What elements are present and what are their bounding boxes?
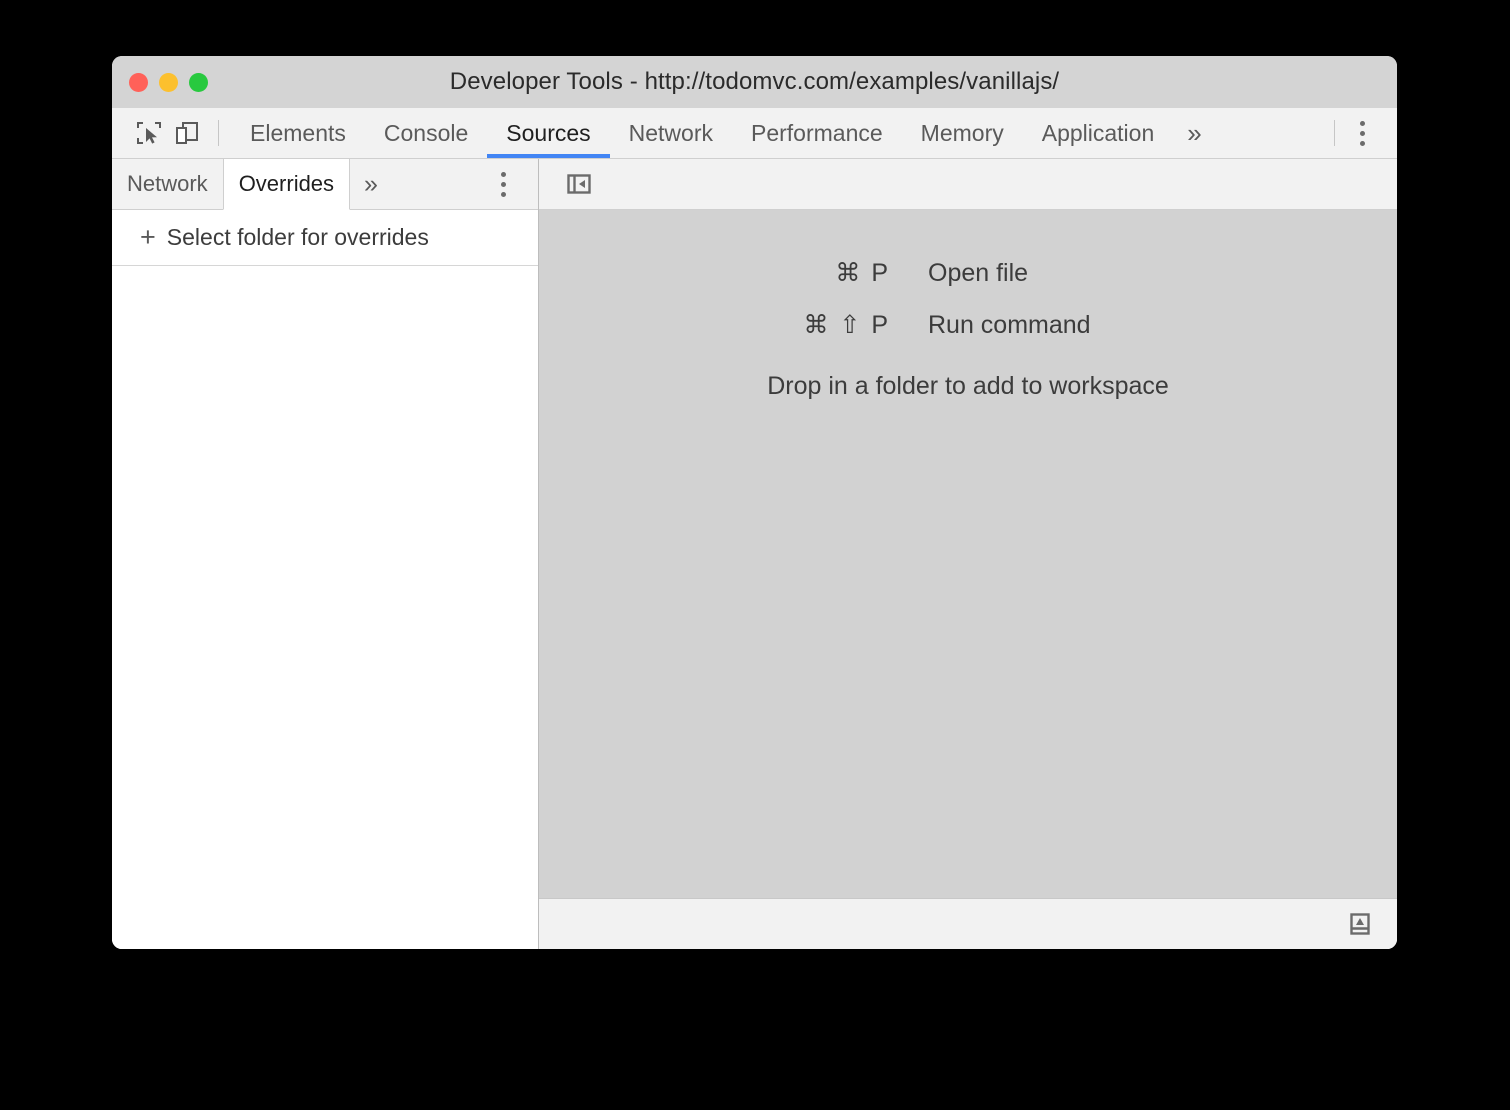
navigator-subtab-right-group [488,159,538,209]
tab-network[interactable]: Network [610,108,732,158]
select-folder-for-overrides-button[interactable]: + Select folder for overrides [112,210,538,266]
panel-tab-list: Elements Console Sources Network Perform… [231,108,1216,158]
devtools-body: Network Overrides » + Select folder for … [112,159,1397,949]
maximize-window-button[interactable] [189,73,208,92]
toolbar-divider [218,120,219,146]
more-subtabs-chevron-icon[interactable]: » [350,159,392,209]
editor-shortcut-hints: ⌘ P Open file ⌘ ⇧ P Run command Drop in … [539,258,1397,401]
more-tabs-chevron-icon[interactable]: » [1173,108,1215,158]
window-titlebar: Developer Tools - http://todomvc.com/exa… [112,56,1397,108]
subtab-network[interactable]: Network [112,159,223,209]
editor-toolbar [539,159,1397,210]
navigator-sidebar: Network Overrides » + Select folder for … [112,159,539,949]
inspect-element-icon[interactable] [130,114,168,152]
sources-editor-pane: ⌘ P Open file ⌘ ⇧ P Run command Drop in … [539,159,1397,949]
toolbar-divider-right [1334,120,1335,146]
overrides-file-list [112,266,538,949]
toolbar-right-group [1322,114,1397,152]
show-drawer-icon[interactable] [1341,905,1379,943]
traffic-light-buttons [129,56,208,108]
show-navigator-icon[interactable] [560,165,598,203]
tab-application[interactable]: Application [1023,108,1174,158]
devtools-window: Developer Tools - http://todomvc.com/exa… [112,56,1397,949]
run-command-shortcut-label: Run command [928,311,1091,340]
select-folder-label: Select folder for overrides [167,224,429,251]
close-window-button[interactable] [129,73,148,92]
navigator-vertical-dots-icon[interactable] [488,165,518,203]
run-command-shortcut-keys: ⌘ ⇧ P [738,310,928,340]
navigator-subtab-bar: Network Overrides » [112,159,538,210]
vertical-dots-icon[interactable] [1347,114,1377,152]
shortcut-hint-row: ⌘ ⇧ P Run command [738,310,1198,340]
tab-elements[interactable]: Elements [231,108,365,158]
plus-icon: + [140,224,156,251]
subtab-overrides[interactable]: Overrides [223,159,350,210]
open-file-shortcut-label: Open file [928,259,1028,288]
tab-console[interactable]: Console [365,108,487,158]
tab-sources[interactable]: Sources [487,108,609,158]
window-title: Developer Tools - http://todomvc.com/exa… [450,68,1059,96]
open-file-shortcut-keys: ⌘ P [738,258,928,288]
device-toolbar-icon[interactable] [168,114,206,152]
tab-memory[interactable]: Memory [902,108,1023,158]
shortcut-hint-row: ⌘ P Open file [738,258,1198,288]
devtools-main-toolbar: Elements Console Sources Network Perform… [112,108,1397,159]
tab-performance[interactable]: Performance [732,108,902,158]
editor-empty-state: ⌘ P Open file ⌘ ⇧ P Run command Drop in … [539,210,1397,899]
drop-folder-hint: Drop in a folder to add to workspace [767,372,1169,401]
editor-footer-bar [539,899,1397,949]
minimize-window-button[interactable] [159,73,178,92]
